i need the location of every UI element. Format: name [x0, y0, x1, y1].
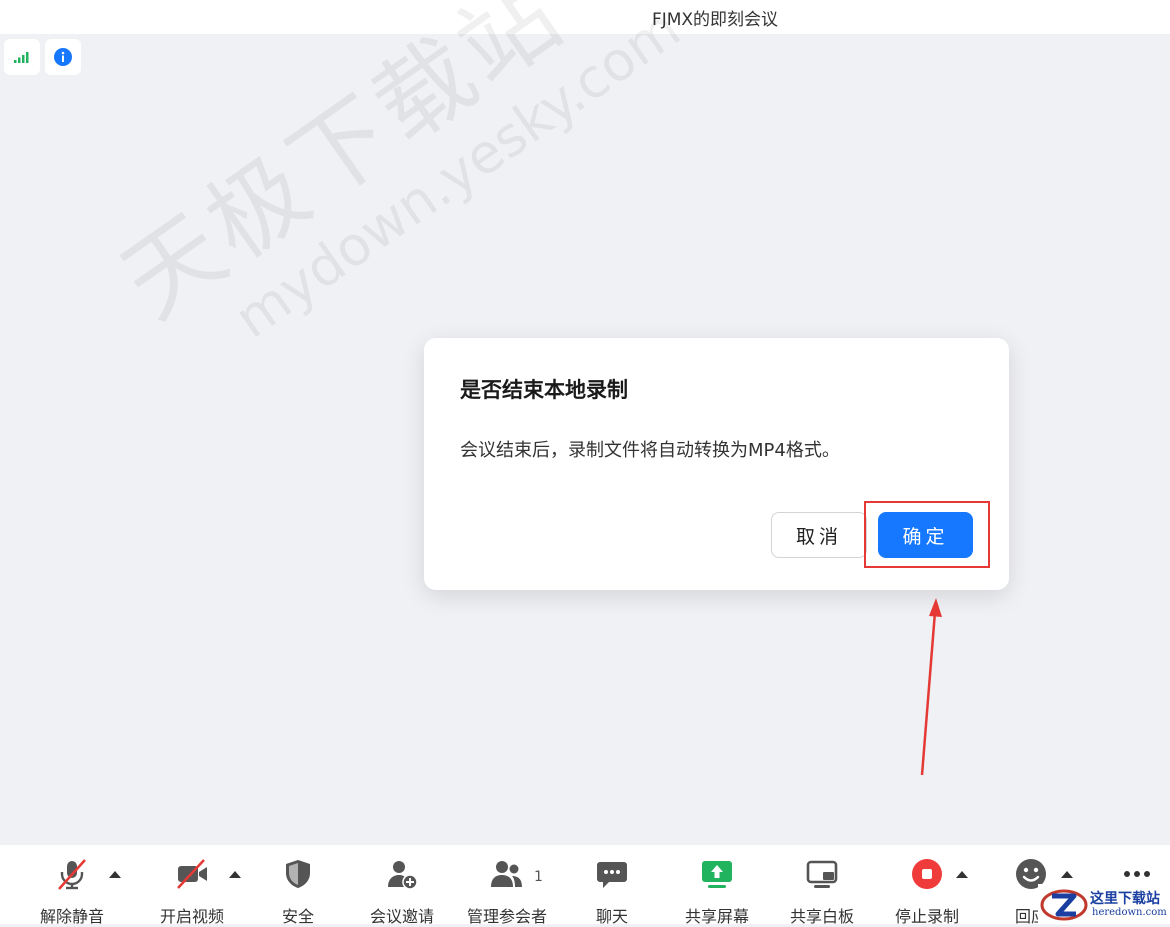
- unmute-button[interactable]: 解除静音: [30, 845, 114, 926]
- toolbar-label-chat: 聊天: [595, 907, 628, 926]
- toolbar-label-invite: 会议邀请: [369, 907, 434, 926]
- stop-record-icon: [912, 859, 942, 889]
- whiteboard-button[interactable]: 共享白板: [780, 845, 864, 926]
- invite-button[interactable]: 会议邀请: [360, 845, 444, 926]
- logo-mark-icon: [1040, 889, 1088, 921]
- video-options-caret[interactable]: [229, 871, 241, 878]
- stop-recording-button[interactable]: 停止录制: [885, 845, 969, 926]
- video-off-icon: [177, 859, 207, 889]
- share-screen-icon: [702, 861, 732, 888]
- toolbar-label-security: 安全: [281, 907, 314, 926]
- meeting-toolbar: 解除静音 开启视频 安全 会议邀请 管理参会者 1 聊天 共享屏幕 共享白板 停…: [0, 845, 1170, 926]
- mic-muted-icon: [58, 859, 86, 890]
- toolbar-label-stop-recording: 停止录制: [894, 907, 959, 926]
- participant-count: 1: [534, 869, 543, 885]
- share-screen-button[interactable]: 共享屏幕: [675, 845, 759, 926]
- reactions-options-caret[interactable]: [1061, 871, 1073, 878]
- corner-logo: 这里下载站 heredown.com: [1038, 884, 1170, 924]
- toolbar-label-unmute: 解除静音: [39, 907, 104, 926]
- chat-button[interactable]: 聊天: [570, 845, 654, 926]
- whiteboard-icon: [806, 860, 838, 888]
- annotation-arrow: [920, 598, 942, 776]
- toolbar-label-video: 开启视频: [159, 907, 224, 926]
- toolbar-label-participants: 管理参会者: [466, 907, 547, 926]
- toolbar-label-whiteboard: 共享白板: [789, 907, 854, 926]
- start-video-button[interactable]: 开启视频: [150, 845, 234, 926]
- recording-options-caret[interactable]: [956, 871, 968, 878]
- add-user-icon: [388, 861, 418, 890]
- security-button[interactable]: 安全: [256, 845, 340, 926]
- toolbar-label-share-screen: 共享屏幕: [684, 907, 749, 926]
- chat-icon: [597, 862, 627, 888]
- corner-logo-en: heredown.com: [1092, 907, 1167, 918]
- participants-icon: [491, 861, 522, 887]
- audio-options-caret[interactable]: [109, 871, 121, 878]
- corner-logo-cn: 这里下载站: [1090, 891, 1160, 907]
- shield-icon: [286, 860, 310, 888]
